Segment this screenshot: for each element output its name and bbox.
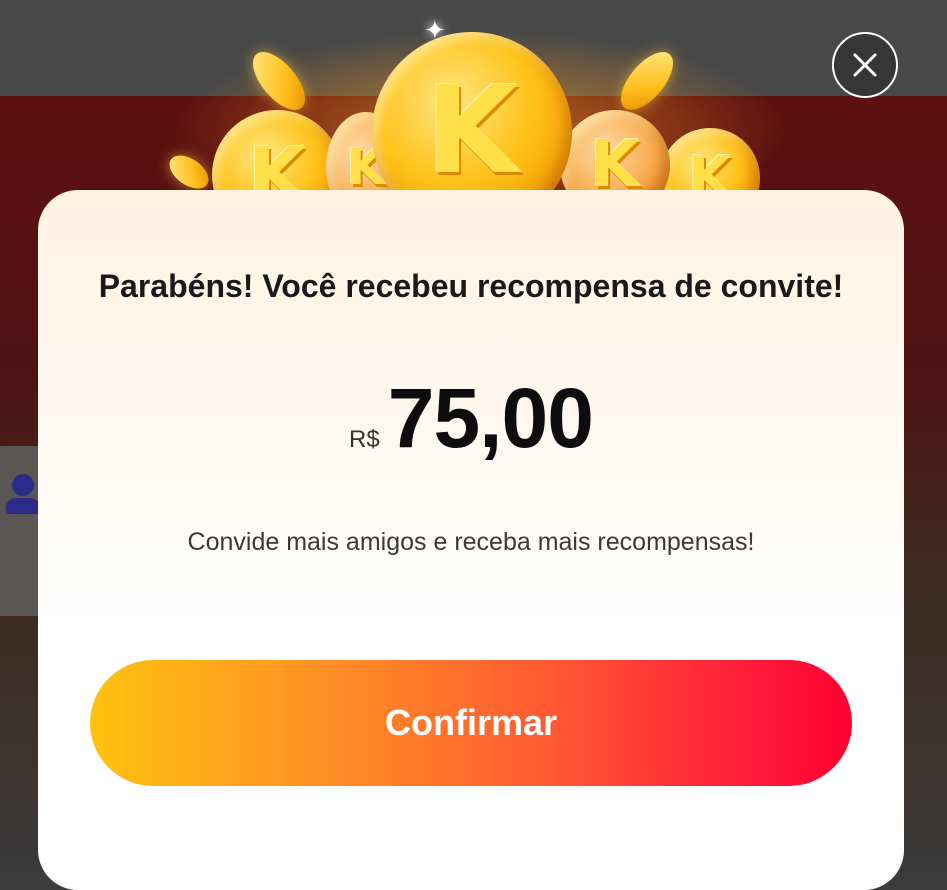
reward-amount: R$ 75,00 (38, 370, 904, 467)
modal-title: Parabéns! Você recebeu recompensa de con… (98, 268, 844, 304)
reward-modal: Parabéns! Você recebeu recompensa de con… (38, 190, 904, 890)
close-icon (853, 53, 877, 77)
close-button[interactable] (832, 32, 898, 98)
background-top-bar (0, 0, 947, 96)
amount-value: 75,00 (387, 371, 594, 465)
user-icon (6, 474, 40, 518)
modal-subtitle: Convide mais amigos e receba mais recomp… (187, 528, 755, 556)
currency-symbol: R$ (349, 426, 380, 453)
confirm-button[interactable]: Confirmar (90, 660, 852, 786)
